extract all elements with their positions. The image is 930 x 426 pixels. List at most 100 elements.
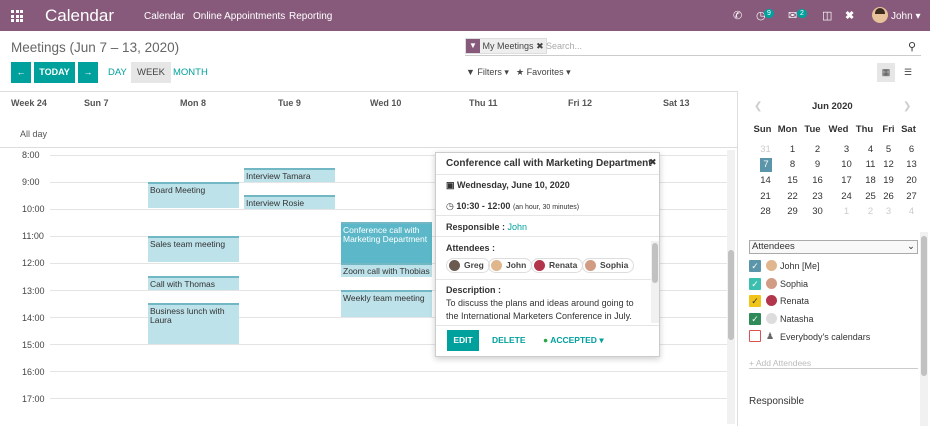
mini-day[interactable]: 1 [780, 144, 805, 155]
facet-remove-icon[interactable]: ✖ [536, 41, 544, 51]
attendees-filter-select[interactable]: Attendees ⌄ [749, 240, 918, 254]
scale-day[interactable]: DAY [108, 67, 127, 78]
calendar-event[interactable]: Business lunch with Laura [148, 303, 239, 344]
mini-day[interactable]: 26 [876, 191, 901, 202]
day-header: Sat 13 [663, 98, 690, 108]
day-header: Tue 9 [278, 98, 301, 108]
popover-scrollbar-thumb[interactable] [652, 243, 658, 283]
mini-day[interactable]: 21 [753, 191, 778, 202]
next-button[interactable]: → [78, 62, 98, 83]
messages-icon[interactable]: ✉ [788, 9, 797, 22]
attendee-chip[interactable]: Greg [446, 258, 490, 273]
mini-day[interactable]: 16 [805, 175, 830, 186]
mini-day[interactable]: 13 [899, 159, 924, 170]
mini-day[interactable]: 24 [834, 191, 859, 202]
mini-day[interactable]: 27 [899, 191, 924, 202]
attendee-checkbox[interactable]: ✓ [749, 313, 761, 325]
calendar-event[interactable]: Weekly team meeting [341, 290, 432, 317]
filters-dropdown[interactable]: ▼ Filters ▾ [466, 67, 509, 78]
close-icon[interactable]: ✖ [649, 157, 657, 168]
search-input[interactable]: Search... [546, 41, 582, 51]
calendar-event[interactable]: Call with Thomas [148, 276, 239, 290]
calendar-event[interactable]: Interview Tamara [244, 168, 335, 182]
menu-online-appointments[interactable]: Online Appointments [193, 11, 285, 22]
mini-day[interactable]: 31 [753, 144, 778, 155]
apps-menu-icon[interactable] [11, 10, 23, 22]
user-avatar[interactable] [872, 7, 888, 23]
mini-prev-icon[interactable]: ❮ [754, 101, 762, 112]
time-label: 15:00 [22, 340, 45, 350]
mini-day[interactable]: 17 [834, 175, 859, 186]
attendee-checkbox[interactable]: ✓ [749, 260, 761, 272]
calendar-event[interactable]: Zoom call with Thobias [341, 263, 432, 277]
mini-day[interactable]: 9 [805, 159, 830, 170]
mini-day[interactable]: 3 [876, 206, 901, 217]
list-view-icon[interactable]: ☰ [899, 63, 917, 82]
sidebar-scrollbar-thumb[interactable] [921, 236, 927, 376]
popover-time-row: ◷ 10:30 - 12:00 (an hour, 30 minutes) [446, 201, 579, 212]
attendee-checkbox[interactable] [749, 330, 761, 342]
filters-label: Filters [477, 67, 502, 77]
previous-button[interactable]: ← [11, 62, 31, 83]
menu-calendar[interactable]: Calendar [144, 11, 185, 22]
responsible-link[interactable]: John [508, 222, 528, 232]
mini-day[interactable]: 29 [780, 206, 805, 217]
mini-weekday: Sat [901, 124, 916, 135]
mini-next-icon[interactable]: ❯ [903, 101, 911, 112]
attendee-filter-label: Everybody's calendars [780, 332, 871, 342]
mini-day[interactable]: 5 [876, 144, 901, 155]
mini-day[interactable]: 4 [899, 206, 924, 217]
search-icon[interactable]: ⚲ [908, 40, 916, 53]
mini-day[interactable]: 10 [834, 159, 859, 170]
mini-day[interactable]: 6 [899, 144, 924, 155]
mini-day[interactable]: 1 [834, 206, 859, 217]
day-header: Thu 11 [469, 98, 498, 108]
edit-button[interactable]: EDIT [447, 330, 479, 351]
mini-day[interactable]: 15 [780, 175, 805, 186]
mini-weekday: Wed [828, 124, 849, 135]
user-menu[interactable]: John ▾ [891, 11, 921, 22]
attendee-chip[interactable]: Renata [531, 258, 584, 273]
scale-month[interactable]: MONTH [173, 67, 208, 78]
delete-button[interactable]: DELETE [492, 330, 526, 351]
today-button[interactable]: TODAY [34, 62, 75, 83]
mini-day[interactable]: 8 [780, 159, 805, 170]
mini-day[interactable]: 20 [899, 175, 924, 186]
calendar-view-icon[interactable]: ▦ [877, 63, 895, 82]
attendee-chip[interactable]: Sophia [582, 258, 635, 273]
mini-day[interactable]: 19 [876, 175, 901, 186]
calendar-event[interactable]: Sales team meeting [148, 236, 239, 262]
favorites-dropdown[interactable]: ★ Favorites ▾ [516, 67, 571, 78]
mini-day[interactable]: 22 [780, 191, 805, 202]
mini-day[interactable]: 12 [876, 159, 901, 170]
status-dropdown[interactable]: ● ACCEPTED ▾ [543, 330, 604, 351]
mini-day[interactable]: 3 [834, 144, 859, 155]
mini-day-selected[interactable]: 7 [760, 158, 772, 172]
menu-reporting[interactable]: Reporting [289, 11, 332, 22]
mini-day[interactable]: 14 [753, 175, 778, 186]
scale-week[interactable]: WEEK [131, 62, 171, 83]
attendee-chip[interactable]: John [488, 258, 533, 273]
mini-day[interactable]: 2 [805, 144, 830, 155]
day-header: Wed 10 [370, 98, 402, 108]
attendee-checkbox[interactable]: ✓ [749, 295, 761, 307]
calendar-event-selected[interactable]: Conference call with Marketing Departmen… [341, 222, 432, 263]
users-icon: ♟ [766, 331, 775, 341]
top-navbar: Calendar Calendar Online Appointments Re… [0, 0, 930, 31]
search-facet[interactable]: ▼ My Meetings ✖ [465, 38, 548, 54]
mini-day[interactable]: 28 [753, 206, 778, 217]
user-name: John [891, 11, 913, 22]
attendee-checkbox[interactable]: ✓ [749, 278, 761, 290]
debug-icon[interactable]: ✖ [845, 9, 854, 22]
calendar-event[interactable]: Board Meeting [148, 182, 239, 208]
phone-icon[interactable]: ✆ [733, 9, 742, 22]
calendar-scrollbar-thumb[interactable] [728, 250, 734, 340]
divider [436, 325, 659, 326]
mini-day[interactable]: 23 [805, 191, 830, 202]
attendee-name: Sophia [600, 260, 629, 270]
calendar-event[interactable]: Interview Rosie [244, 195, 335, 209]
gift-icon[interactable]: ◫ [822, 9, 832, 22]
add-attendees-input[interactable]: + Add Attendees [749, 358, 811, 368]
add-attendees-underline [749, 368, 918, 369]
mini-day[interactable]: 30 [805, 206, 830, 217]
